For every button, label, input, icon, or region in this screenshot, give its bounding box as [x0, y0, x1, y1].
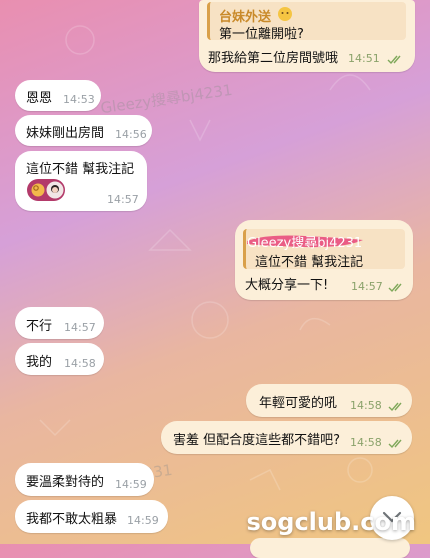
- message-bubble[interactable]: 不行 14:57: [15, 307, 104, 339]
- message-time: 14:53: [63, 93, 95, 106]
- message-time: 14:59: [115, 478, 147, 491]
- read-ticks-icon: [388, 439, 402, 449]
- site-watermark: sogclub.com: [246, 508, 416, 536]
- message-text: 不行: [26, 319, 53, 334]
- message-time: 14:51: [348, 52, 380, 65]
- message-text: 年輕可愛的吼: [259, 396, 338, 411]
- message-bubble[interactable]: Gleezy搜尋bj4231 這位不錯 幫我注記 大概分享一下! 14:57: [235, 220, 413, 300]
- message-text: 我都不敢太粗暴: [26, 512, 118, 527]
- message-bubble[interactable]: 恩恩 14:53: [15, 80, 101, 111]
- message-text: 害羞 但配合度這些都不錯吧?: [173, 433, 341, 448]
- message-text: 恩恩: [26, 91, 53, 106]
- message-bubble[interactable]: 要溫柔對待的 14:59: [15, 463, 154, 496]
- avatar: [46, 181, 64, 199]
- message-text: 要溫柔對待的: [26, 475, 105, 490]
- message-text: 妹妹剛出房間: [26, 126, 105, 141]
- message-bubble-partial[interactable]: [250, 538, 410, 558]
- message-text: 大概分享一下!: [245, 278, 329, 293]
- message-bubble[interactable]: 台妹外送 第一位離開啦? 那我給第二位房間號哦 14:51: [199, 0, 415, 72]
- message-time: 14:57: [351, 280, 383, 293]
- watermark: Gleezy搜尋bj4231: [99, 80, 234, 118]
- read-ticks-icon: [388, 402, 402, 412]
- message-time: 14:58: [64, 357, 96, 370]
- ok-hand-emoji-icon: [31, 183, 45, 197]
- message-bubble[interactable]: 我的 14:58: [15, 343, 104, 375]
- message-text: 那我給第二位房間號哦: [208, 51, 339, 66]
- message-bubble[interactable]: 這位不錯 幫我注記 14:57: [15, 151, 147, 211]
- message-text: 這位不錯 幫我注記: [26, 162, 135, 177]
- face-emoji-icon: [278, 7, 292, 21]
- message-text: 我的: [26, 355, 53, 370]
- message-time: 14:59: [127, 514, 159, 527]
- message-bubble[interactable]: 害羞 但配合度這些都不錯吧? 14:58: [161, 421, 412, 454]
- reply-quote-text: 這位不錯 幫我注記: [255, 255, 364, 270]
- message-bubble[interactable]: 我都不敢太粗暴 14:59: [15, 500, 168, 533]
- message-time: 14:57: [64, 321, 96, 334]
- message-time: 14:56: [115, 128, 147, 141]
- message-time: 14:57: [107, 193, 139, 206]
- reply-quote-author: Gleezy搜尋bj4231: [247, 236, 363, 251]
- message-bubble[interactable]: 妹妹剛出房間 14:56: [15, 115, 152, 146]
- reaction-badge[interactable]: [27, 179, 65, 201]
- read-ticks-icon: [388, 283, 402, 293]
- message-time: 14:58: [350, 436, 382, 449]
- reply-quote-text: 第一位離開啦?: [219, 27, 304, 42]
- message-time: 14:58: [350, 399, 382, 412]
- read-ticks-icon: [387, 55, 401, 65]
- message-bubble[interactable]: 年輕可愛的吼 14:58: [246, 384, 412, 417]
